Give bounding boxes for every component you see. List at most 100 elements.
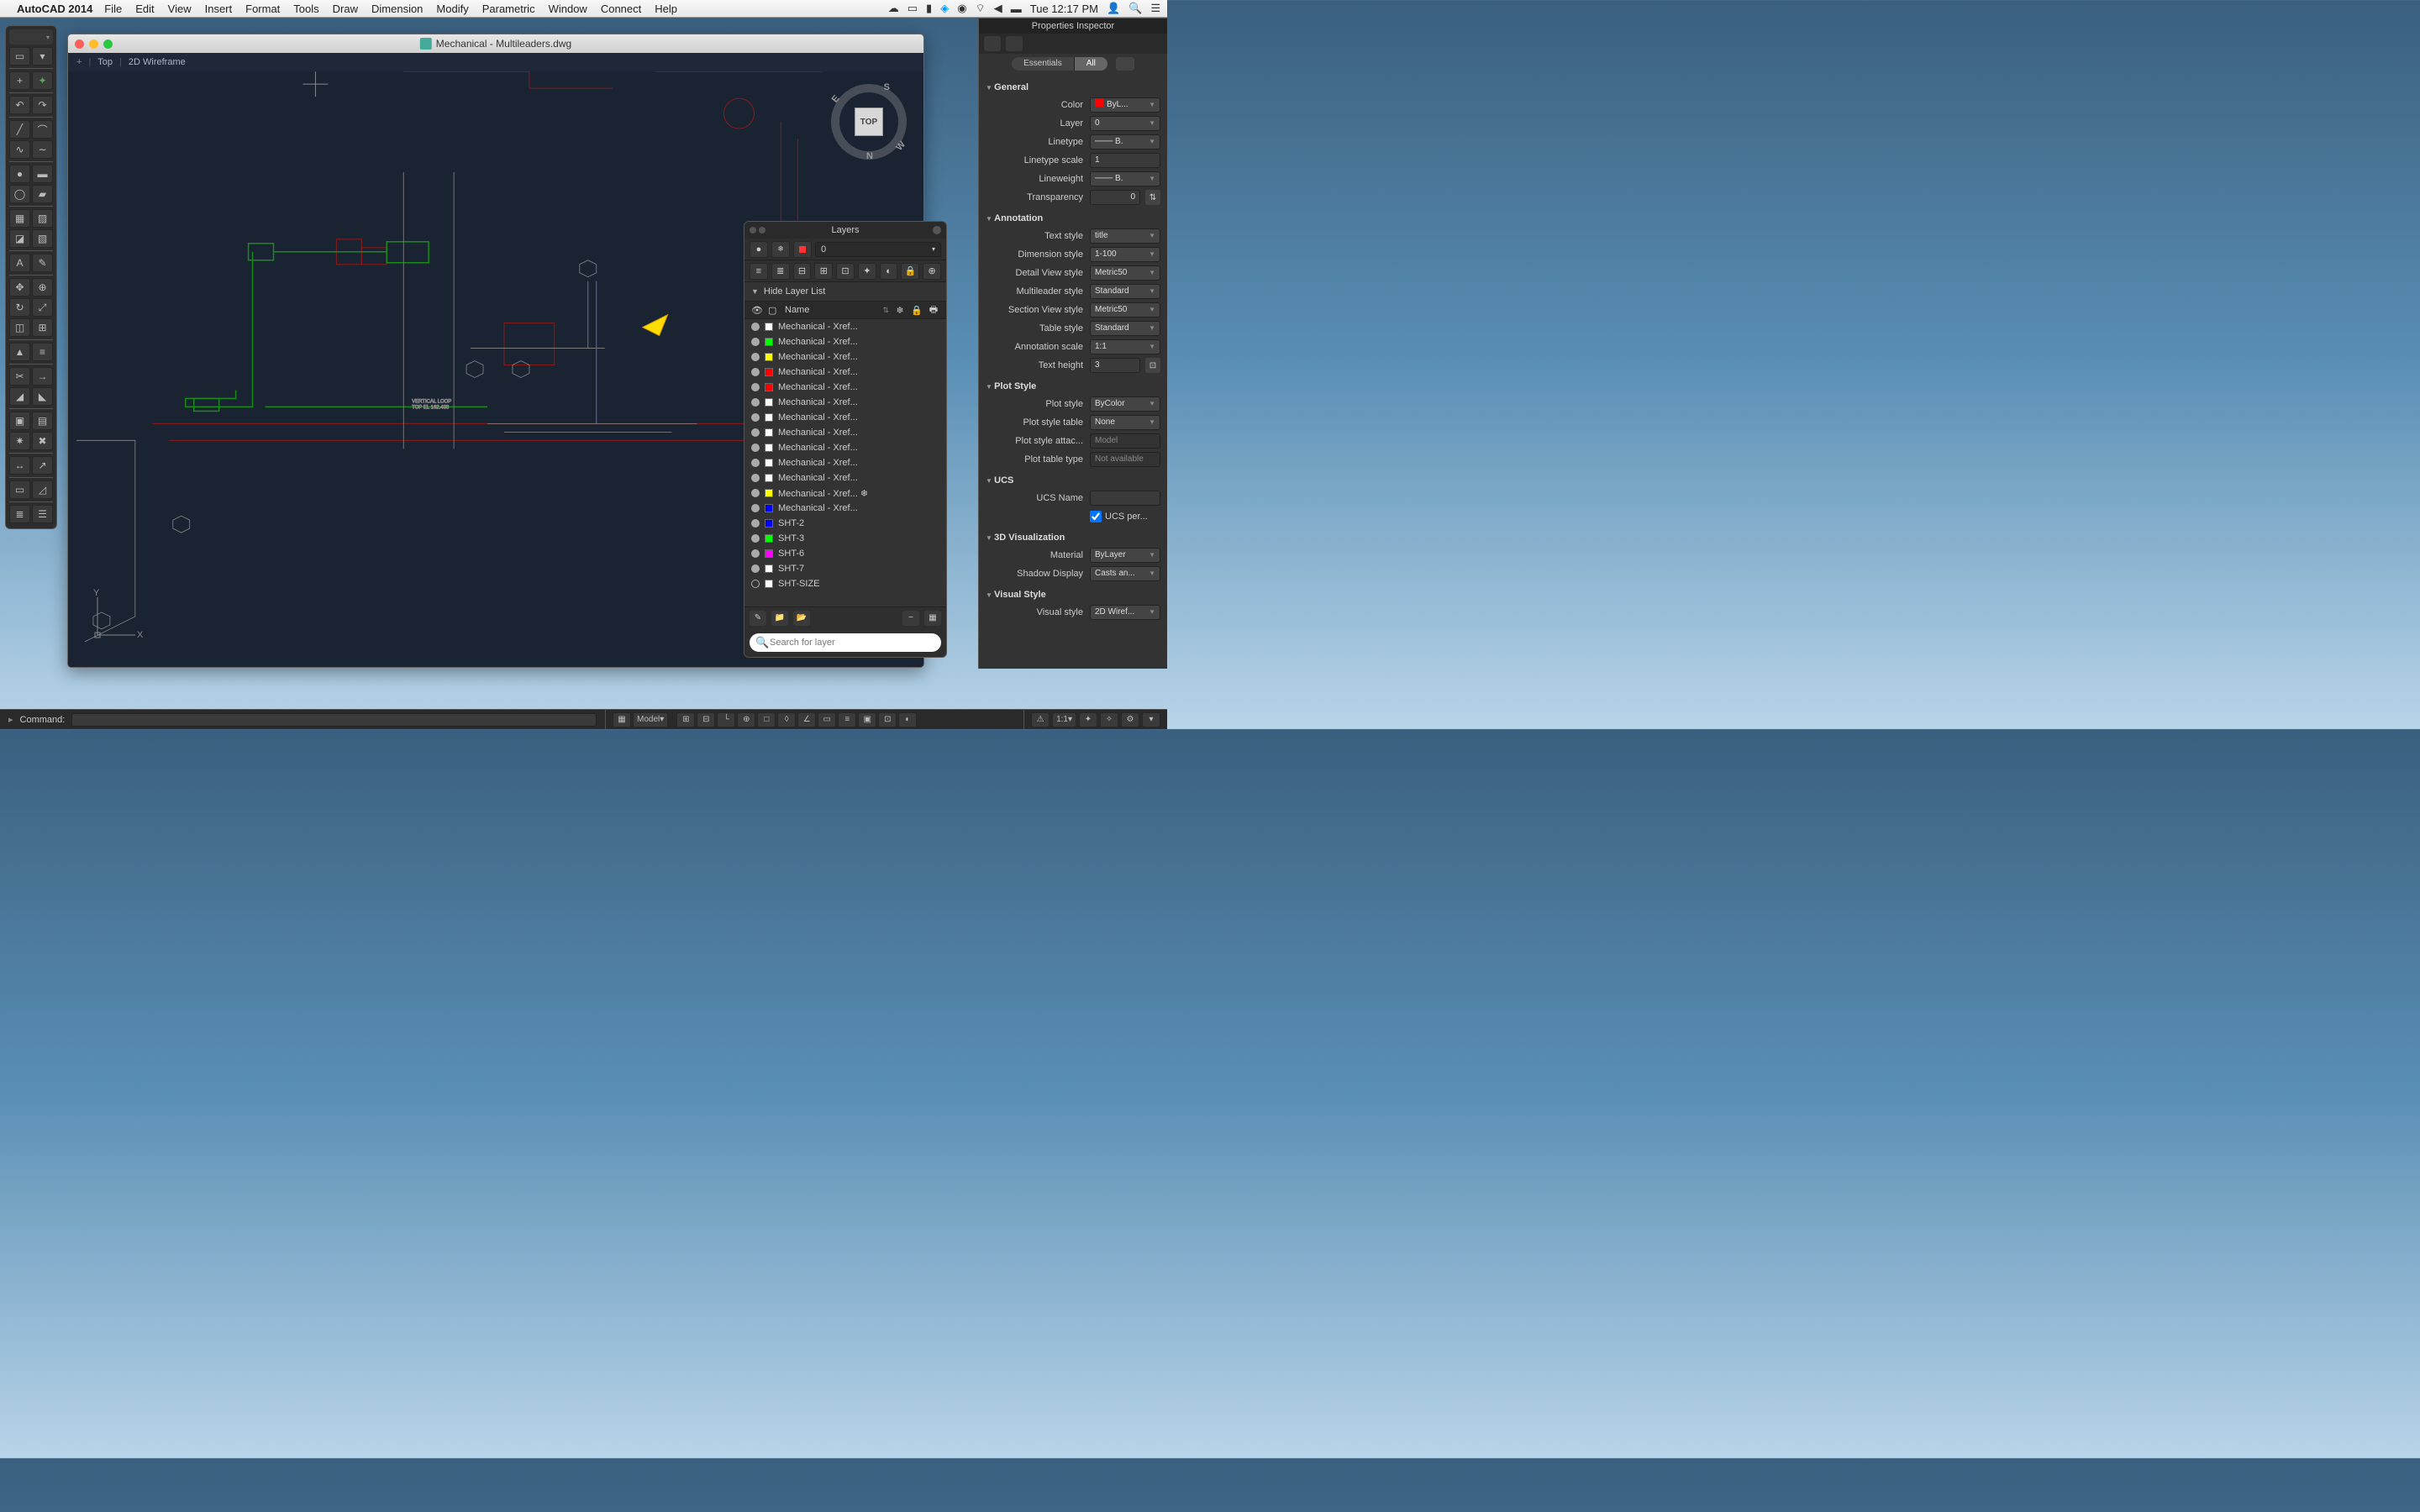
layers-filter-6[interactable]: ✦ xyxy=(858,263,876,280)
viewport-visual-style[interactable]: 2D Wireframe xyxy=(129,57,186,67)
tool-polygon[interactable]: ▰ xyxy=(32,185,53,203)
tool-chamfer[interactable]: ◣ xyxy=(32,387,53,406)
props-tab-essentials[interactable]: Essentials xyxy=(1012,57,1075,71)
status-qp[interactable]: ▣ xyxy=(858,712,876,727)
menu-tools[interactable]: Tools xyxy=(293,3,318,15)
prop-ucsname-value[interactable] xyxy=(1090,491,1160,506)
prop-layer-value[interactable]: 0▼ xyxy=(1090,116,1160,131)
layers-footer-save[interactable]: 📂 xyxy=(793,611,810,626)
layer-color-swatch[interactable] xyxy=(765,444,773,452)
tool-dropdown[interactable]: ▾ xyxy=(32,47,53,66)
layers-col-swatch-icon[interactable]: ▢ xyxy=(768,305,780,316)
menu-dimension[interactable]: Dimension xyxy=(371,3,423,15)
layer-visibility-icon[interactable] xyxy=(751,428,760,437)
command-line-icon[interactable]: ▸ xyxy=(8,714,13,725)
layer-visibility-icon[interactable] xyxy=(751,398,760,407)
layers-filter-5[interactable]: ⊡ xyxy=(836,263,855,280)
layer-color-swatch[interactable] xyxy=(765,504,773,512)
menu-connect[interactable]: Connect xyxy=(601,3,641,15)
layer-row[interactable]: Mechanical - Xref... xyxy=(744,410,946,425)
status-model-dropdown[interactable]: Model ▾ xyxy=(633,712,668,727)
layers-col-sort-icon[interactable]: ⇅ xyxy=(882,306,889,315)
layer-row[interactable]: Mechanical - Xref... xyxy=(744,349,946,365)
layer-visibility-icon[interactable] xyxy=(751,474,760,482)
layer-row[interactable]: SHT-2 xyxy=(744,516,946,531)
status-ws[interactable]: ⚙ xyxy=(1121,712,1139,727)
tool-extend[interactable]: → xyxy=(32,367,53,386)
status-annoauto[interactable]: ✦ xyxy=(1079,712,1097,727)
tool-copy[interactable]: ⊕ xyxy=(32,278,53,297)
command-input[interactable] xyxy=(71,713,597,727)
tool-offset[interactable]: ≡ xyxy=(32,343,53,361)
props-section-ucs[interactable]: UCS xyxy=(986,472,1160,489)
prop-transparency-value[interactable]: 0 xyxy=(1090,190,1140,205)
prop-shadow-value[interactable]: Casts an...▼ xyxy=(1090,566,1160,581)
prop-section-value[interactable]: Metric50▼ xyxy=(1090,302,1160,318)
status-search-icon[interactable]: 🔍 xyxy=(1128,2,1142,15)
layers-col-name[interactable]: Name xyxy=(785,305,877,315)
layer-row[interactable]: Mechanical - Xref... xyxy=(744,319,946,334)
tool-undo[interactable]: ↶ xyxy=(9,96,30,114)
tool-gradient[interactable]: ▨ xyxy=(32,209,53,228)
viewcube-north[interactable]: N xyxy=(866,151,873,161)
layer-visibility-icon[interactable] xyxy=(751,580,760,588)
props-section-3dviz[interactable]: 3D Visualization xyxy=(986,529,1160,546)
status-volume-icon[interactable]: ◀ xyxy=(994,2,1002,15)
tool-scale[interactable]: ⤢ xyxy=(32,298,53,317)
menu-help[interactable]: Help xyxy=(655,3,677,15)
prop-transparency-stepper[interactable]: ⇅ xyxy=(1145,190,1160,205)
layers-expand-icon[interactable] xyxy=(933,226,941,234)
status-polar[interactable]: ⊕ xyxy=(737,712,755,727)
tool-line[interactable]: ╱ xyxy=(9,120,30,139)
props-eyedropper-icon[interactable] xyxy=(1116,57,1134,71)
prop-mleader-value[interactable]: Standard▼ xyxy=(1090,284,1160,299)
layer-visibility-icon[interactable] xyxy=(751,353,760,361)
prop-ltscale-value[interactable]: 1 xyxy=(1090,153,1160,168)
layer-visibility-icon[interactable] xyxy=(751,504,760,512)
status-display-icon[interactable]: ▭ xyxy=(908,2,918,15)
tool-ellipse[interactable]: ◯ xyxy=(9,185,30,203)
layer-color-swatch[interactable] xyxy=(765,489,773,497)
prop-annoscale-value[interactable]: 1:1▼ xyxy=(1090,339,1160,354)
tool-move[interactable]: ✥ xyxy=(9,278,30,297)
viewcube[interactable]: TOP N S E W xyxy=(831,84,907,160)
layer-color-swatch[interactable] xyxy=(765,580,773,588)
status-3dosnap[interactable]: ◊ xyxy=(777,712,796,727)
layers-list[interactable]: Mechanical - Xref...Mechanical - Xref...… xyxy=(744,319,946,606)
layer-row[interactable]: Mechanical - Xref... xyxy=(744,425,946,440)
status-otrack[interactable]: ∠ xyxy=(797,712,816,727)
layers-filter-3[interactable]: ⊟ xyxy=(793,263,812,280)
menu-insert[interactable]: Insert xyxy=(205,3,233,15)
status-user-icon[interactable]: 👤 xyxy=(1107,2,1120,15)
layer-row[interactable]: Mechanical - Xref... xyxy=(744,380,946,395)
status-sc[interactable]: ⊡ xyxy=(878,712,897,727)
layer-color-swatch[interactable] xyxy=(765,338,773,346)
layer-color-swatch[interactable] xyxy=(765,549,773,558)
status-snap[interactable]: ⊞ xyxy=(676,712,695,727)
tool-text[interactable]: A xyxy=(9,254,30,272)
tool-open[interactable]: ✦ xyxy=(32,71,53,90)
layer-row[interactable]: SHT-SIZE xyxy=(744,576,946,591)
layers-filter-2[interactable]: ≣ xyxy=(771,263,790,280)
layers-filter-1[interactable]: ≡ xyxy=(750,263,768,280)
layer-visibility-icon[interactable] xyxy=(751,564,760,573)
prop-visualstyle-value[interactable]: 2D Wiref...▼ xyxy=(1090,605,1160,620)
layer-color-swatch[interactable] xyxy=(765,428,773,437)
layer-row[interactable]: Mechanical - Xref... xyxy=(744,365,946,380)
layers-footer-filter[interactable]: ✎ xyxy=(750,611,766,626)
layer-visibility-icon[interactable] xyxy=(751,519,760,528)
layer-color-swatch[interactable] xyxy=(765,383,773,391)
layer-row[interactable]: SHT-3 xyxy=(744,531,946,546)
layer-visibility-icon[interactable] xyxy=(751,534,760,543)
tool-region[interactable]: ◪ xyxy=(9,229,30,248)
status-annovisibility[interactable]: ✧ xyxy=(1100,712,1118,727)
tool-hatch[interactable]: ▦ xyxy=(9,209,30,228)
status-disc-icon[interactable]: ◉ xyxy=(957,2,966,15)
tool-leader[interactable]: ↗ xyxy=(32,456,53,475)
layer-visibility-icon[interactable] xyxy=(751,489,760,497)
props-section-annotation[interactable]: Annotation xyxy=(986,210,1160,227)
layer-row[interactable]: Mechanical - Xref... xyxy=(744,334,946,349)
tool-fillet[interactable]: ◢ xyxy=(9,387,30,406)
prop-lineweight-value[interactable]: ─── B.▼ xyxy=(1090,171,1160,186)
tool-spline[interactable]: ∼ xyxy=(32,140,53,159)
